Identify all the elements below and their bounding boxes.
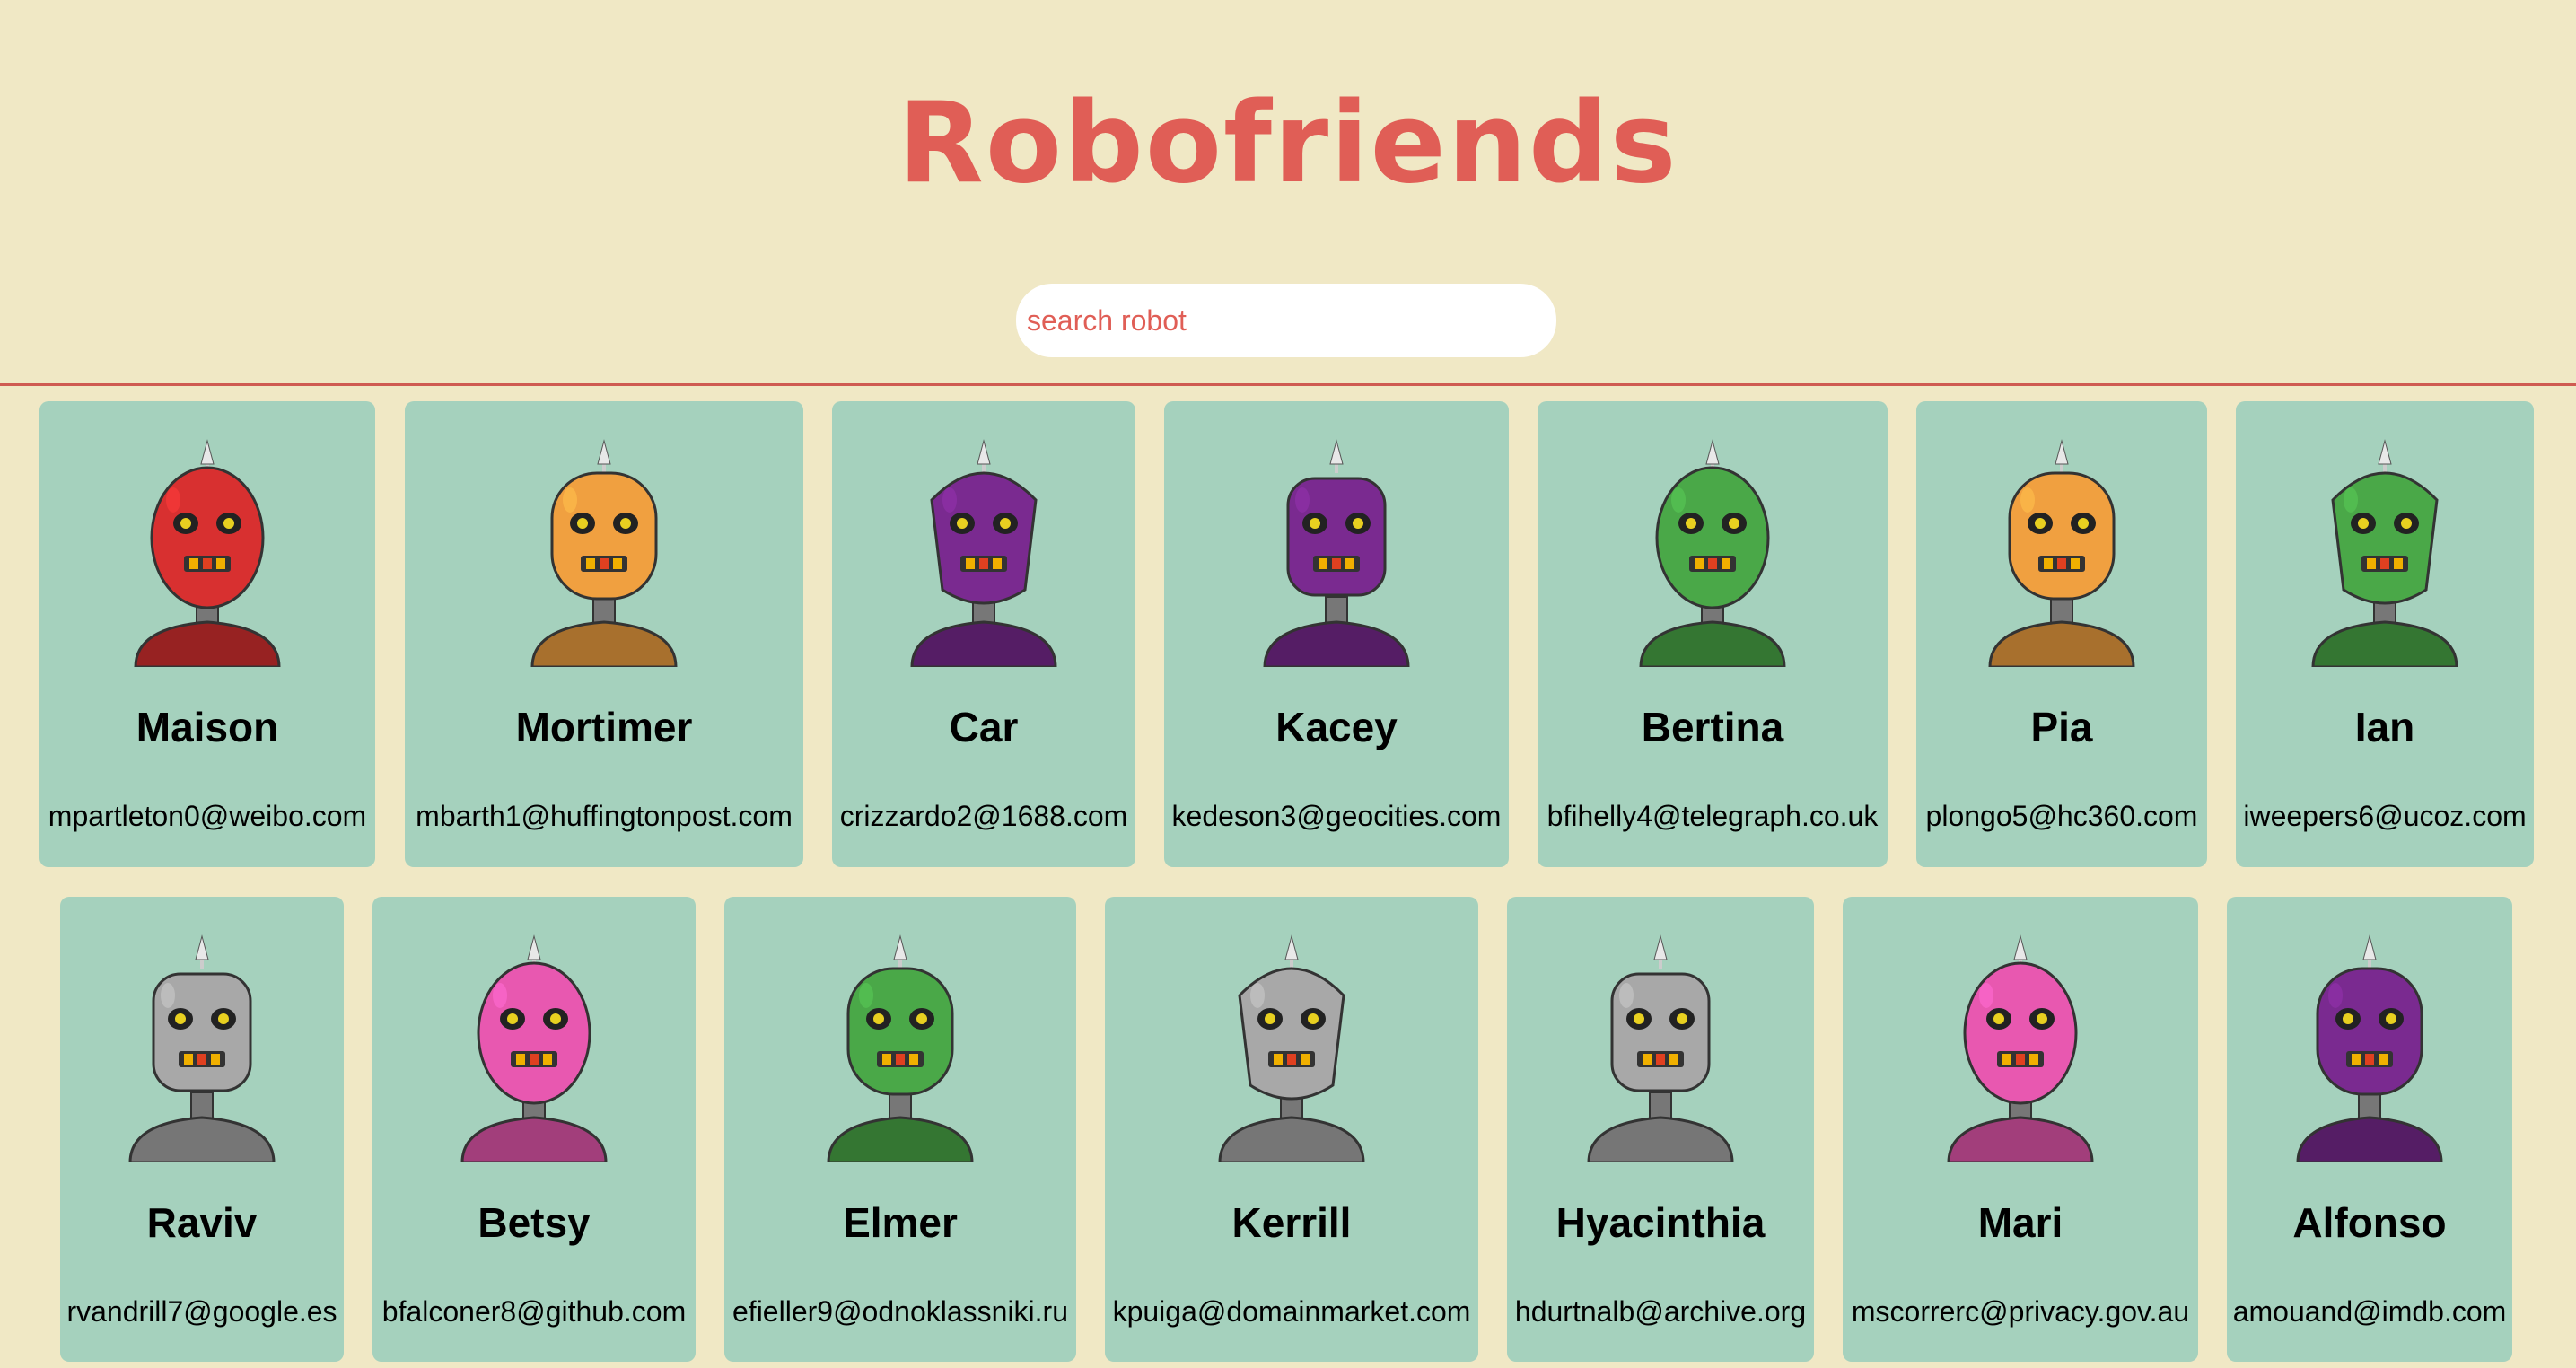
robot-name: Elmer bbox=[843, 1199, 958, 1246]
robot-card[interactable]: Bertina bfihelly4@telegraph.co.uk bbox=[1538, 401, 1888, 867]
robot-name: Pia bbox=[2030, 704, 2093, 750]
robot-card[interactable]: Mari mscorrerc@privacy.gov.au bbox=[1843, 897, 2198, 1362]
robot-avatar bbox=[2235, 933, 2504, 1164]
robot-avatar bbox=[849, 437, 1118, 669]
robot-avatar bbox=[1927, 437, 2196, 669]
robot-email: mbarth1@huffingtonpost.com bbox=[416, 800, 793, 832]
robot-card[interactable]: Car crizzardo2@1688.com bbox=[832, 401, 1135, 867]
robot-card[interactable]: Pia plongo5@hc360.com bbox=[1916, 401, 2207, 867]
robot-email: rvandrill7@google.es bbox=[66, 1295, 337, 1328]
robot-email: amouand@imdb.com bbox=[2232, 1295, 2507, 1328]
robot-email: hdurtnalb@archive.org bbox=[1514, 1295, 1807, 1328]
robot-avatar bbox=[2250, 437, 2519, 669]
robot-card[interactable]: Betsy bfalconer8@github.com bbox=[372, 897, 696, 1362]
robot-avatar bbox=[1526, 933, 1795, 1164]
robot-email: mpartleton0@weibo.com bbox=[48, 800, 367, 832]
robot-name: Mari bbox=[1977, 1199, 2063, 1246]
robot-email: mscorrerc@privacy.gov.au bbox=[1851, 1295, 2190, 1328]
robot-card[interactable]: Kacey kedeson3@geocities.com bbox=[1164, 401, 1509, 867]
robot-name: Ian bbox=[2354, 704, 2415, 750]
robot-name: Betsy bbox=[478, 1199, 591, 1246]
robot-card[interactable]: Ian iweepers6@ucoz.com bbox=[2236, 401, 2534, 867]
robot-email: kpuiga@domainmarket.com bbox=[1112, 1295, 1471, 1328]
robot-avatar bbox=[399, 933, 669, 1164]
robot-avatar bbox=[469, 437, 739, 669]
robot-card[interactable]: Maison mpartleton0@weibo.com bbox=[39, 401, 375, 867]
robot-avatar bbox=[766, 933, 1035, 1164]
robot-name: Raviv bbox=[146, 1199, 258, 1246]
robot-card[interactable]: Kerrill kpuiga@domainmarket.com bbox=[1105, 897, 1478, 1362]
robot-card[interactable]: Alfonso amouand@imdb.com bbox=[2227, 897, 2512, 1362]
robot-name: Kacey bbox=[1275, 704, 1398, 750]
robot-email: iweepers6@ucoz.com bbox=[2243, 800, 2527, 832]
robot-name: Car bbox=[949, 704, 1019, 750]
robot-avatar bbox=[1157, 933, 1426, 1164]
robot-avatar bbox=[73, 437, 342, 669]
header-divider bbox=[0, 383, 2576, 386]
robot-name: Alfonso bbox=[2292, 1199, 2447, 1246]
robot-email: bfihelly4@telegraph.co.uk bbox=[1546, 800, 1879, 832]
robot-card[interactable]: Mortimer mbarth1@huffingtonpost.com bbox=[405, 401, 803, 867]
robot-card[interactable]: Raviv rvandrill7@google.es bbox=[60, 897, 344, 1362]
robot-email: bfalconer8@github.com bbox=[381, 1295, 687, 1328]
robot-email: efieller9@odnoklassniki.ru bbox=[732, 1295, 1068, 1328]
robot-avatar bbox=[1578, 437, 1847, 669]
robot-avatar bbox=[1886, 933, 2155, 1164]
robot-email: plongo5@hc360.com bbox=[1925, 800, 2198, 832]
robot-card[interactable]: Elmer efieller9@odnoklassniki.ru bbox=[724, 897, 1076, 1362]
robot-name: Bertina bbox=[1641, 704, 1784, 750]
robot-name: Maison bbox=[136, 704, 279, 750]
robot-card[interactable]: Hyacinthia hdurtnalb@archive.org bbox=[1507, 897, 1814, 1362]
search-input[interactable] bbox=[1016, 284, 1556, 357]
page-title: Robofriends bbox=[898, 79, 1678, 208]
robot-name: Mortimer bbox=[515, 704, 693, 750]
robot-email: crizzardo2@1688.com bbox=[839, 800, 1128, 832]
robot-name: Hyacinthia bbox=[1555, 1199, 1766, 1246]
robot-name: Kerrill bbox=[1231, 1199, 1352, 1246]
robot-avatar bbox=[67, 933, 337, 1164]
robot-email: kedeson3@geocities.com bbox=[1171, 800, 1502, 832]
robot-avatar bbox=[1202, 437, 1471, 669]
